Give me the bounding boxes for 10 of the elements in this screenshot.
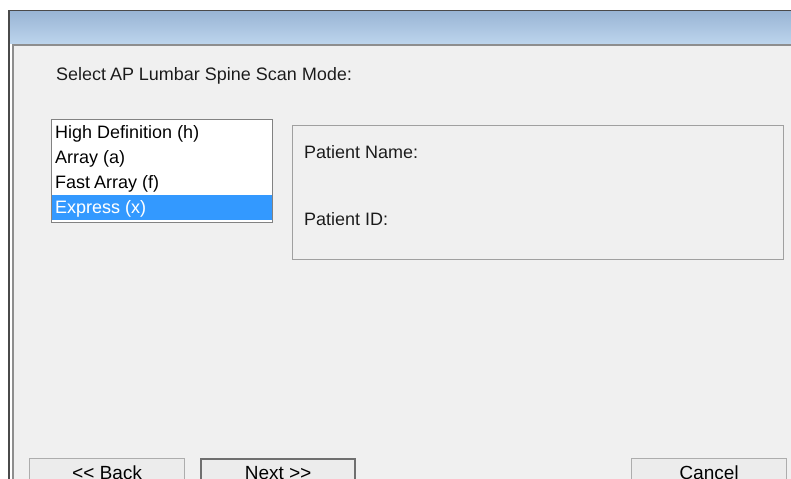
scan-mode-list[interactable]: High Definition (h) Array (a) Fast Array (f) Express (x) — [51, 119, 273, 223]
prompt-label: Select AP Lumbar Spine Scan Mode: — [56, 63, 352, 85]
list-item[interactable]: High Definition (h) — [52, 120, 272, 145]
list-item[interactable]: Array (a) — [52, 145, 272, 170]
back-button[interactable]: << Back — [29, 458, 185, 479]
cancel-button[interactable]: Cancel — [631, 458, 787, 479]
patient-id-label: Patient ID: — [304, 208, 388, 230]
next-button[interactable]: Next >> — [200, 458, 356, 479]
list-item[interactable]: Fast Array (f) — [52, 170, 272, 195]
patient-name-label: Patient Name: — [304, 141, 418, 163]
